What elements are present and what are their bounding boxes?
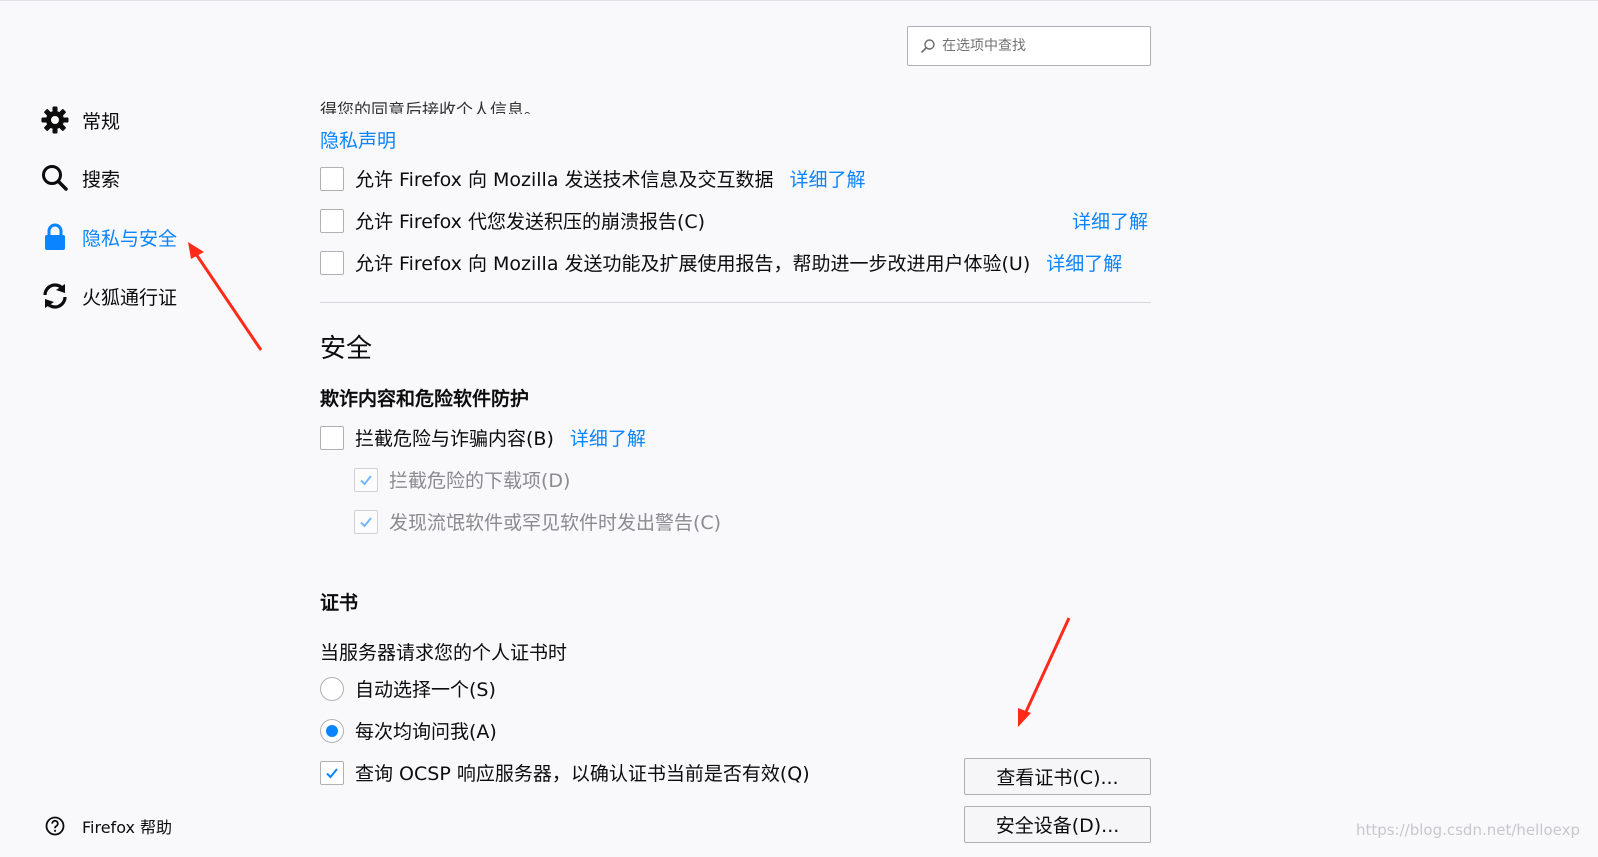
option-label: 自动选择一个(S) (355, 679, 496, 701)
help-label: Firefox 帮助 (82, 818, 173, 837)
search-icon (40, 163, 70, 193)
firefox-help-link[interactable]: Firefox 帮助 (44, 814, 172, 838)
privacy-notice-link-row: 隐私声明 (320, 126, 396, 153)
learn-more-link[interactable]: 详细了解 (790, 165, 866, 192)
sidebar-item-label: 搜索 (82, 168, 121, 191)
section-divider (320, 302, 1151, 303)
top-border (0, 0, 1598, 1)
cut-off-text: 得您的同意后接收个人信息。 (320, 101, 541, 114)
security-devices-button[interactable]: 安全设备(D)... (964, 806, 1151, 843)
auto-select-radio[interactable] (320, 676, 344, 701)
lock-icon (40, 222, 70, 252)
option-label: 发现流氓软件或罕见软件时发出警告(C) (389, 512, 722, 534)
option-label: 允许 Firefox 向 Mozilla 发送技术信息及交互数据 (355, 169, 774, 191)
checkmark-icon (360, 516, 372, 527)
option-label: 拦截危险与诈骗内容(B) (355, 428, 554, 450)
search-icon (921, 39, 935, 53)
help-icon (44, 815, 66, 837)
technical-data-checkbox[interactable] (320, 166, 344, 191)
security-heading: 安全 (320, 334, 373, 364)
option-label: 查询 OCSP 响应服务器，以确认证书当前是否有效(Q) (355, 763, 810, 785)
learn-more-link[interactable]: 详细了解 (1072, 207, 1148, 234)
option-technical-data: 允许 Firefox 向 Mozilla 发送技术信息及交互数据 详细了解 (320, 165, 866, 192)
annotation-arrow-sidebar (188, 242, 263, 351)
option-block-dangerous: 拦截危险与诈骗内容(B) 详细了解 (320, 424, 646, 451)
block-dangerous-checkbox[interactable] (320, 425, 344, 450)
certificates-description: 当服务器请求您的个人证书时 (320, 642, 568, 664)
sidebar-item-search[interactable]: 搜索 (40, 161, 120, 195)
option-feature-reports: 允许 Firefox 向 Mozilla 发送功能及扩展使用报告，帮助进一步改进… (320, 249, 1122, 276)
sidebar-item-label: 火狐通行证 (82, 286, 178, 309)
option-block-downloads: 拦截危险的下载项(D) (354, 466, 570, 493)
option-label: 允许 Firefox 向 Mozilla 发送功能及扩展使用报告，帮助进一步改进… (355, 253, 1031, 275)
learn-more-link[interactable]: 详细了解 (1046, 249, 1122, 276)
option-crash-reports: 允许 Firefox 代您发送积压的崩溃报告(C) (320, 207, 705, 234)
annotation-arrow-button (1018, 617, 1071, 727)
option-label: 允许 Firefox 代您发送积压的崩溃报告(C) (355, 211, 706, 233)
option-warn-unwanted: 发现流氓软件或罕见软件时发出警告(C) (354, 508, 721, 535)
sidebar-item-general[interactable]: 常规 (40, 103, 120, 137)
checkmark-icon (326, 767, 338, 778)
annotation-arrows (188, 242, 1071, 727)
view-certificates-button[interactable]: 查看证书(C)... (964, 758, 1151, 795)
certificates-heading: 证书 (320, 592, 359, 614)
option-label: 每次均询问我(A) (355, 721, 497, 743)
fraud-protection-heading: 欺诈内容和危险软件防护 (320, 388, 530, 410)
ask-every-time-radio[interactable] (320, 718, 344, 743)
sidebar-item-label: 常规 (82, 110, 121, 133)
sidebar-item-sync[interactable]: 火狐通行证 (40, 279, 177, 313)
radio-ask-every-time: 每次均询问我(A) (320, 717, 497, 744)
crash-learn-more-row: 详细了解 (1072, 207, 1148, 234)
sidebar-item-label: 隐私与安全 (82, 227, 178, 250)
search-input[interactable] (942, 38, 1142, 54)
checkmark-icon (360, 474, 372, 485)
gear-icon (40, 105, 70, 135)
ocsp-checkbox[interactable] (320, 760, 344, 785)
sidebar-item-privacy[interactable]: 隐私与安全 (40, 220, 177, 254)
crash-reports-checkbox[interactable] (320, 208, 344, 233)
sync-icon (40, 281, 70, 311)
learn-more-link[interactable]: 详细了解 (570, 424, 646, 451)
feature-reports-checkbox[interactable] (320, 250, 344, 275)
block-downloads-checkbox[interactable] (354, 467, 378, 492)
search-box[interactable] (907, 26, 1151, 66)
radio-auto-select: 自动选择一个(S) (320, 675, 496, 702)
option-ocsp: 查询 OCSP 响应服务器，以确认证书当前是否有效(Q) (320, 759, 810, 786)
watermark: https://blog.csdn.net/helloexp (1355, 821, 1580, 839)
radio-dot (326, 724, 338, 737)
warn-unwanted-checkbox[interactable] (354, 509, 378, 534)
option-label: 拦截危险的下载项(D) (389, 470, 571, 492)
privacy-notice-link[interactable]: 隐私声明 (320, 126, 396, 153)
